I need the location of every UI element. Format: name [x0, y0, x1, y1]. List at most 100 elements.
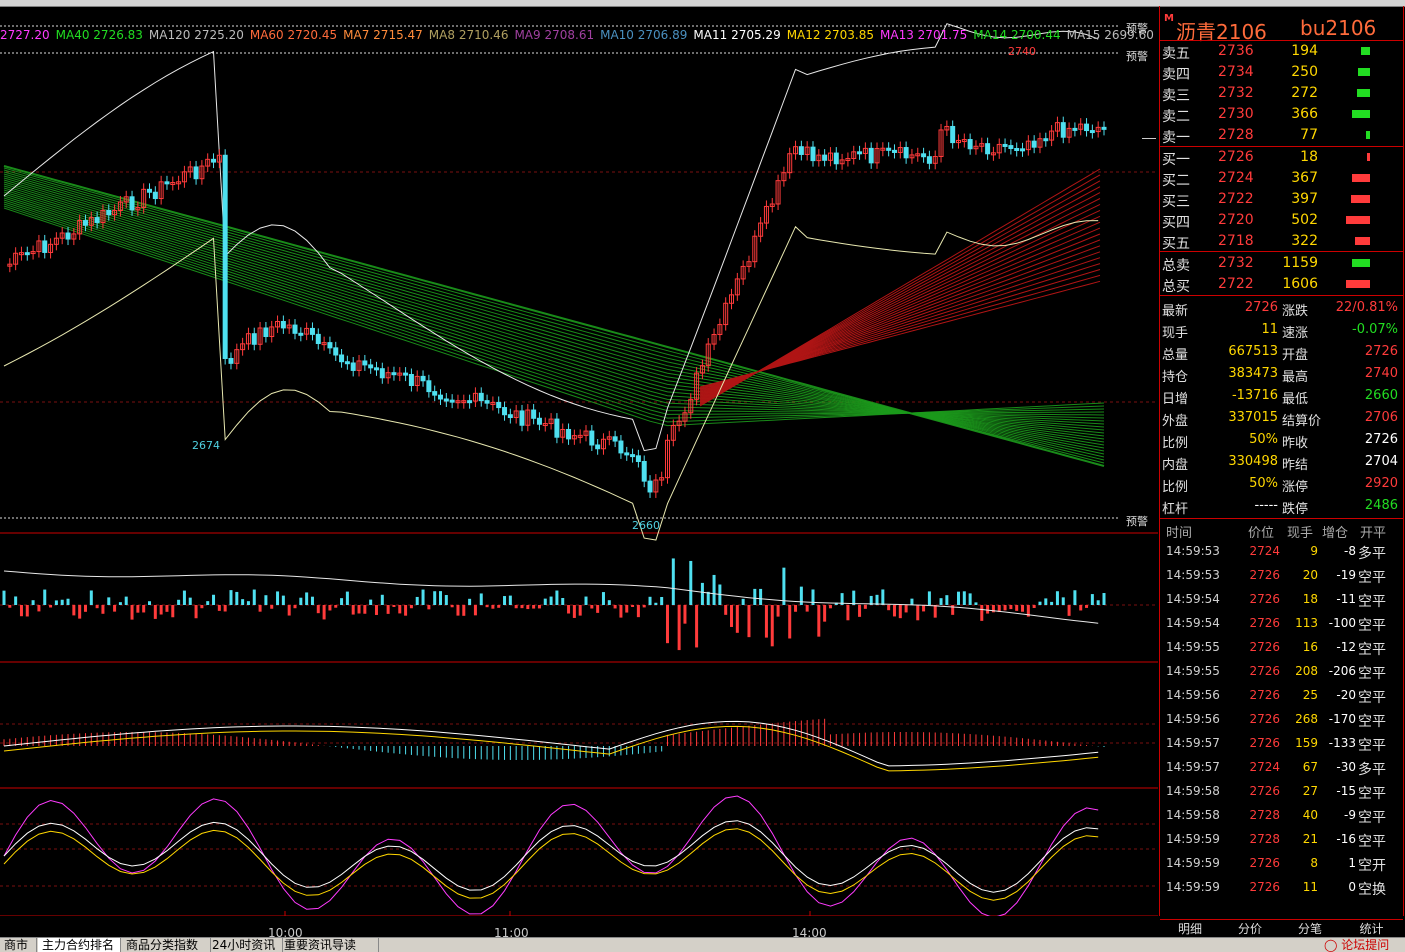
forum-question-link[interactable]: ◯ 论坛提问 — [1320, 938, 1398, 952]
tick-hand: 25 — [1302, 688, 1318, 702]
tick-row[interactable]: 14:59:55 2726 16 -12 空平 — [1160, 636, 1403, 660]
tick-kind: 空平 — [1358, 570, 1386, 586]
orderbook-row[interactable]: 卖一 2728 77 — [1160, 125, 1403, 146]
volume-bar — [78, 605, 82, 619]
candle-body — [886, 147, 892, 151]
contract-code[interactable]: bu2106 — [1300, 16, 1376, 40]
stat-label: 速涨 — [1282, 326, 1309, 341]
bottom-tab-main-contract-rank[interactable]: 主力合约排名 — [38, 938, 121, 952]
tick-time: 14:59:59 — [1166, 832, 1220, 846]
volume-bar — [322, 605, 326, 620]
orderbook-level-label: 总卖 — [1162, 258, 1190, 274]
tick-row[interactable]: 14:59:58 2728 40 -9 空平 — [1160, 804, 1403, 828]
volume-bar — [852, 590, 856, 605]
stat-label: 昨结 — [1282, 458, 1309, 473]
warning-label-lower[interactable]: 预警 — [1126, 513, 1148, 529]
tab-detail[interactable]: 明细 — [1160, 919, 1220, 938]
orderbook-row[interactable]: 买二 2724 367 — [1160, 168, 1403, 189]
orderbook-volume-bar — [1366, 131, 1370, 139]
orderbook-row[interactable]: 卖四 2734 250 — [1160, 62, 1403, 83]
tick-row[interactable]: 14:59:56 2726 268 -170 空平 — [1160, 708, 1403, 732]
volume-bar — [276, 591, 280, 605]
bottom-tab-commodity-index[interactable]: 商品分类指数 — [122, 938, 211, 952]
volume-bar — [741, 598, 745, 605]
candle-body — [1014, 147, 1020, 151]
tick-row[interactable]: 14:59:55 2726 208 -206 空平 — [1160, 660, 1403, 684]
volume-bar — [328, 605, 332, 611]
candle-body — [921, 153, 927, 158]
tick-row[interactable]: 14:59:58 2726 27 -15 空平 — [1160, 780, 1403, 804]
candle-body — [251, 333, 257, 345]
tab-tick-trades[interactable]: 分笔 — [1280, 919, 1340, 938]
candle-body — [618, 440, 624, 454]
stat-value: -0.07% — [1352, 322, 1398, 337]
orderbook-row[interactable]: 卖二 2730 366 — [1160, 104, 1403, 125]
volume-bar — [374, 605, 378, 615]
volume-bar — [543, 598, 547, 605]
volume-bar — [549, 596, 553, 605]
tick-row[interactable]: 14:59:59 2728 21 -16 空平 — [1160, 828, 1403, 852]
candle-body — [810, 146, 816, 162]
bottom-tab-24h-news[interactable]: 24小时资讯 — [208, 938, 283, 952]
orderbook-row[interactable]: 买三 2722 397 — [1160, 189, 1403, 210]
volume-bar — [217, 605, 221, 611]
stat-value: 330498 — [1228, 454, 1278, 469]
tab-price-distribution[interactable]: 分价 — [1220, 919, 1280, 938]
warning-label-upper[interactable]: 预警 — [1126, 48, 1148, 64]
volume-bar — [14, 596, 18, 605]
orderbook-row[interactable]: 买四 2720 502 — [1160, 210, 1403, 231]
orderbook-row[interactable]: 买一 2726 18 — [1160, 147, 1403, 168]
orderbook-row[interactable]: 卖三 2732 272 — [1160, 83, 1403, 104]
volume-bar — [456, 605, 460, 616]
candle-body — [595, 444, 601, 450]
tick-price: 2726 — [1249, 784, 1280, 798]
bottom-tab-key-news[interactable]: 重要资讯导读 — [280, 938, 379, 952]
stat-value: 2740 — [1364, 366, 1398, 381]
candle-body — [228, 357, 234, 364]
tick-row[interactable]: 14:59:59 2726 8 1 空开 — [1160, 852, 1403, 876]
stat-value: 2920 — [1364, 476, 1398, 491]
tick-row[interactable]: 14:59:54 2726 18 -11 空平 — [1160, 588, 1403, 612]
tick-kind: 空平 — [1358, 618, 1386, 634]
orderbook-row[interactable]: 卖五 2736 194 — [1160, 41, 1403, 62]
orderbook-row[interactable]: 买五 2718 322 — [1160, 231, 1403, 252]
volume-bar — [1055, 591, 1059, 605]
candle-body — [350, 362, 356, 371]
volume-bar — [881, 589, 885, 605]
ma-indicator-item: MA14 2700.44 — [973, 28, 1060, 42]
tab-statistics[interactable]: 统计 — [1340, 919, 1403, 938]
ma-indicator-item: MA11 2705.29 — [693, 28, 780, 42]
volume-bar — [118, 602, 122, 605]
ma-indicator-value: 2703.85 — [824, 28, 874, 42]
volume-bar — [392, 605, 396, 608]
warning-label-top[interactable]: 预警 — [1126, 20, 1148, 36]
stat-label: 最高 — [1282, 370, 1309, 385]
volume-bar — [555, 590, 559, 605]
tick-row[interactable]: 14:59:57 2724 67 -30 多平 — [1160, 756, 1403, 780]
tick-row[interactable]: 14:59:59 2726 11 0 空换 — [1160, 876, 1403, 900]
low-price-label: 2674 — [192, 439, 220, 452]
volume-bar — [235, 591, 239, 605]
chart-canvas[interactable] — [0, 6, 1158, 916]
volume-bar — [671, 558, 675, 605]
tick-increase: -9 — [1344, 808, 1356, 822]
kline-chart-area[interactable]: 2727.20 MA40 2726.83 MA120 2725.20 MA60 272… — [0, 6, 1158, 940]
tick-time: 14:59:59 — [1166, 856, 1220, 870]
volume-bar — [980, 605, 984, 621]
tick-row[interactable]: 14:59:56 2726 25 -20 空平 — [1160, 684, 1403, 708]
stat-label: 涨跌 — [1282, 304, 1309, 319]
tick-row[interactable]: 14:59:54 2726 113 -100 空平 — [1160, 612, 1403, 636]
bottom-tab-market[interactable]: 商市 — [0, 938, 37, 952]
tick-kind: 多平 — [1358, 762, 1386, 778]
tick-row[interactable]: 14:59:53 2724 9 -8 多平 — [1160, 540, 1403, 564]
stat-row: 总量 667513 开盘 2726 — [1160, 341, 1403, 363]
tick-increase: -19 — [1336, 568, 1356, 582]
tick-row[interactable]: 14:59:57 2726 159 -133 空平 — [1160, 732, 1403, 756]
stat-row: 杠杆 ----- 跌停 2486 — [1160, 495, 1403, 517]
volume-bar — [340, 598, 344, 605]
tick-row[interactable]: 14:59:53 2726 20 -19 空平 — [1160, 564, 1403, 588]
volume-bar — [572, 605, 576, 618]
orderbook-row[interactable]: 总买 2722 1606 — [1160, 274, 1403, 295]
tick-hand: 20 — [1302, 568, 1318, 582]
orderbook-row[interactable]: 总卖 2732 1159 — [1160, 253, 1403, 274]
